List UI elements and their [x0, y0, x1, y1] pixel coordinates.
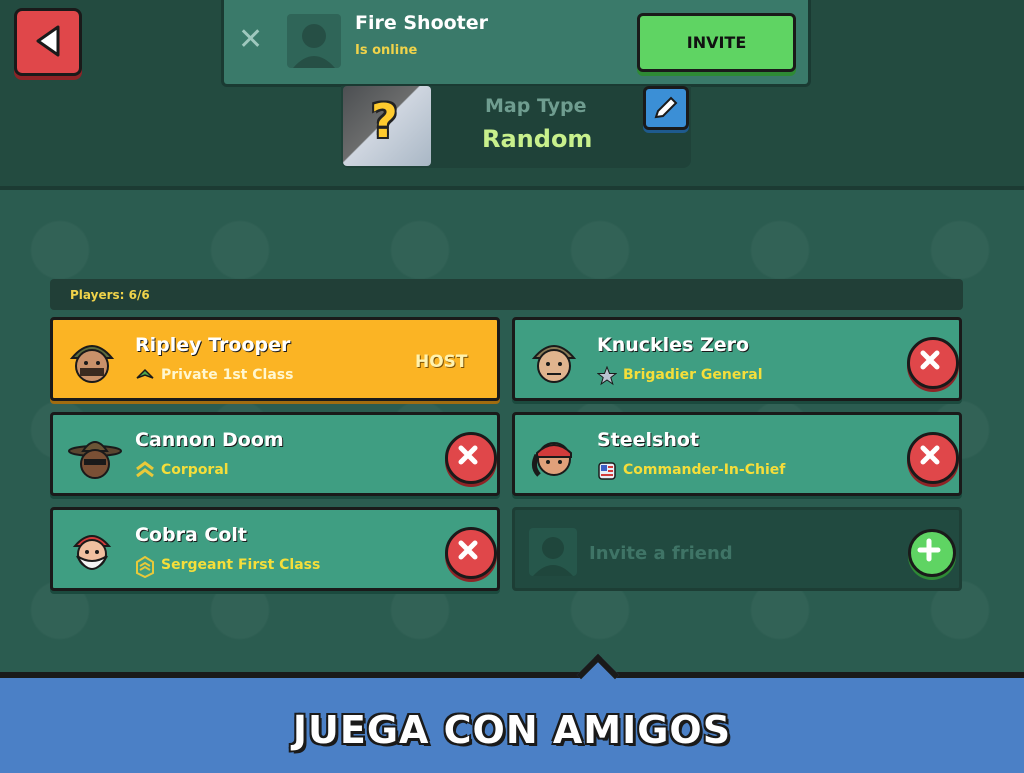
sergeant-rank-icon [136, 556, 154, 578]
player-name: Steelshot [597, 429, 700, 451]
player-card[interactable]: Cobra Colt Sergeant First Class [50, 507, 500, 591]
player-name: Cobra Colt [135, 524, 247, 546]
star-rank-icon [597, 366, 617, 386]
player-name: Cannon Doom [135, 429, 284, 451]
map-type-panel: ? Map Type Random [341, 86, 691, 168]
edit-map-button[interactable] [643, 86, 689, 130]
bandana-avatar-icon [531, 442, 572, 477]
promo-banner: JUEGA CON AMIGOS [0, 653, 1024, 773]
friend-avatar [287, 14, 341, 68]
map-type-label: Map Type [485, 95, 587, 117]
kick-player-button[interactable] [445, 527, 497, 579]
question-mark-icon: ? [371, 94, 398, 148]
map-thumbnail[interactable]: ? [343, 86, 431, 166]
back-arrow-icon [36, 25, 60, 57]
close-icon [920, 350, 940, 370]
invite-button[interactable]: INVITE [637, 13, 796, 72]
empty-avatar [529, 528, 577, 576]
player-rank: Sergeant First Class [161, 557, 321, 573]
player-card-host[interactable]: Ripley Trooper Private 1st Class HOST [50, 317, 500, 401]
rank-chevron-icon [136, 368, 154, 379]
players-count: Players: 6/6 [70, 288, 150, 302]
close-icon [920, 445, 940, 465]
pencil-icon [654, 96, 678, 119]
plus-icon [917, 538, 941, 562]
back-button[interactable] [14, 8, 82, 76]
player-name: Knuckles Zero [597, 334, 750, 356]
player-name: Ripley Trooper [135, 334, 291, 356]
friend-status: Is online [355, 43, 418, 58]
soldier-avatar-icon [69, 345, 115, 383]
add-friend-button[interactable] [908, 529, 956, 577]
banner-text: JUEGA CON AMIGOS [292, 708, 732, 752]
invite-friend-label: Invite a friend [589, 543, 733, 564]
player-rank: Brigadier General [623, 367, 763, 383]
close-icon[interactable]: ✕ [238, 22, 263, 57]
close-icon [458, 445, 478, 465]
friend-online-notification: ✕ Fire Shooter Is online INVITE [221, 0, 811, 87]
ranger-avatar-icon [68, 441, 122, 479]
kick-player-button[interactable] [907, 337, 959, 389]
kick-player-button[interactable] [907, 432, 959, 484]
player-card[interactable]: Cannon Doom Corporal [50, 412, 500, 496]
invite-friend-slot[interactable]: Invite a friend [512, 507, 962, 591]
host-badge: HOST [415, 352, 468, 372]
flag-rank-icon [598, 462, 616, 480]
friend-name: Fire Shooter [355, 12, 489, 34]
kick-player-button[interactable] [445, 432, 497, 484]
close-icon [458, 540, 478, 560]
chevron-rank-icon [136, 461, 154, 478]
soldier-avatar-icon [531, 345, 577, 383]
players-count-bar: Players: 6/6 [50, 279, 963, 310]
player-card[interactable]: Knuckles Zero Brigadier General [512, 317, 962, 401]
santa-avatar-icon [72, 535, 112, 570]
player-card[interactable]: Steelshot Commander-In-Chief [512, 412, 962, 496]
player-rank: Private 1st Class [161, 367, 294, 383]
player-rank: Corporal [161, 462, 229, 478]
map-type-value: Random [482, 125, 593, 153]
player-rank: Commander-In-Chief [623, 462, 786, 478]
